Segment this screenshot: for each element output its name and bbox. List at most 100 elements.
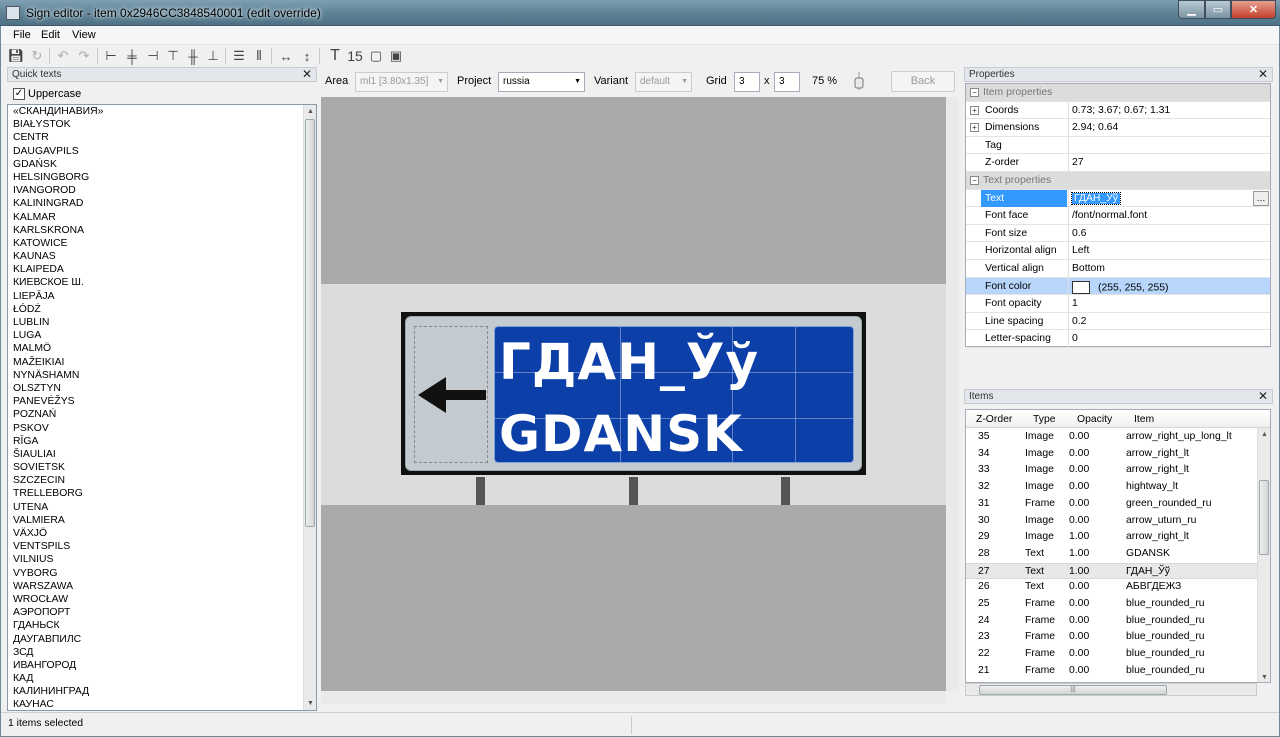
scroll-up-icon[interactable]: ▲ — [1258, 428, 1270, 441]
list-item[interactable]: LUBLIN — [8, 316, 316, 329]
prop-font-size[interactable]: Font size 0.6 — [966, 224, 1270, 243]
sign-preview[interactable]: ГДАН_Ўў GDANSK — [401, 312, 866, 475]
list-item[interactable]: DAUGAVPILS — [8, 145, 316, 158]
list-item[interactable]: PANEVĖŽYS — [8, 395, 316, 408]
table-row[interactable]: 25 Frame 0.00 blue_rounded_ru — [966, 596, 1258, 613]
list-item[interactable]: OLSZTYN — [8, 382, 316, 395]
list-item[interactable]: SZCZECIN — [8, 474, 316, 487]
prop-font-color[interactable]: Font color (255, 255, 255) — [966, 277, 1270, 296]
list-item[interactable]: BIAŁYSTOK — [8, 118, 316, 131]
save-icon[interactable]: 💾︎ — [8, 48, 25, 64]
menu-file[interactable]: File — [13, 29, 31, 41]
col-zorder[interactable]: Z-Order — [976, 414, 1012, 425]
table-row[interactable]: 32 Image 0.00 hightway_lt — [966, 479, 1258, 496]
add-text-icon[interactable]: T — [327, 47, 343, 64]
list-item[interactable]: LUGA — [8, 329, 316, 342]
align-top-icon[interactable]: ⊤ — [165, 48, 181, 64]
table-row[interactable]: 24 Frame 0.00 blue_rounded_ru — [966, 613, 1258, 630]
list-item[interactable]: CENTR — [8, 131, 316, 144]
list-item[interactable]: PSKOV — [8, 422, 316, 435]
blue-text-frame[interactable]: ГДАН_Ўў GDANSK — [494, 326, 854, 463]
redo-icon[interactable]: ↷ — [76, 48, 92, 64]
table-row[interactable]: 35 Image 0.00 arrow_right_up_long_lt — [966, 429, 1258, 446]
expand-icon[interactable]: + — [970, 123, 979, 133]
table-row[interactable]: 22 Frame 0.00 blue_rounded_ru — [966, 646, 1258, 663]
sign-text-line1[interactable]: ГДАН_Ўў — [499, 333, 759, 391]
items-hscroll[interactable]: ||| — [965, 683, 1257, 696]
area-select[interactable]: ml1 [3.80x1.35] ▼ — [355, 72, 448, 92]
quick-texts-scrollbar[interactable]: ▲ ▼ — [303, 105, 316, 710]
list-item[interactable]: POZNAŃ — [8, 408, 316, 421]
arrow-left-icon[interactable] — [416, 375, 488, 415]
list-item[interactable]: NYNÄSHAMN — [8, 369, 316, 382]
list-item[interactable]: КАЛИНИНГРАД — [8, 685, 316, 698]
list-item[interactable]: LIEPĀJA — [8, 290, 316, 303]
width-icon[interactable]: ↔ — [278, 48, 294, 64]
list-item[interactable]: VALMIERA — [8, 514, 316, 527]
prop-coords[interactable]: + Coords 0.73; 3.67; 0.67; 1.31 — [966, 101, 1270, 120]
col-opacity[interactable]: Opacity — [1077, 414, 1112, 425]
grid-x-input[interactable]: 3 — [734, 72, 760, 92]
list-item[interactable]: ДАУГАВПИЛС — [8, 633, 316, 646]
checkbox-icon[interactable]: ✓ — [13, 88, 25, 100]
prop-dimensions[interactable]: + Dimensions 2.94; 0.64 — [966, 119, 1270, 137]
list-item[interactable]: UTENA — [8, 501, 316, 514]
prop-letter-spacing[interactable]: Letter-spacing 0 — [966, 330, 1270, 348]
item-properties-section[interactable]: − Item properties — [966, 84, 1270, 102]
items-scrollbar[interactable]: ▲ ▼ — [1257, 428, 1270, 682]
list-item[interactable]: WARSZAWA — [8, 580, 316, 593]
prop-zorder[interactable]: Z-order 27 — [966, 154, 1270, 172]
align-bottom-icon[interactable]: ⊥ — [205, 48, 221, 64]
list-item[interactable]: SOVIETSK — [8, 461, 316, 474]
sign-text-line2[interactable]: GDANSK — [499, 405, 743, 462]
collapse-icon[interactable]: − — [970, 176, 979, 185]
expand-icon[interactable]: + — [970, 105, 979, 115]
prop-font-opacity[interactable]: Font opacity 1 — [966, 295, 1270, 313]
table-row[interactable]: 30 Image 0.00 arrow_uturn_ru — [966, 513, 1258, 530]
distribute-h-icon[interactable]: ☰ — [231, 48, 247, 64]
col-item[interactable]: Item — [1134, 414, 1154, 425]
scroll-up-icon[interactable]: ▲ — [304, 105, 316, 118]
undo-icon[interactable]: ↶ — [55, 48, 71, 64]
list-item[interactable]: HELSINGBORG — [8, 171, 316, 184]
reload-icon[interactable]: ↻ — [29, 48, 45, 64]
table-row[interactable]: 29 Image 1.00 arrow_right_lt — [966, 529, 1258, 546]
quick-texts-list[interactable]: «СКАНДИНАВИЯ» BIAŁYSTOK CENTR DAUGAVPILS GDA… — [7, 104, 317, 711]
list-item[interactable]: KAUNAS — [8, 250, 316, 263]
scroll-down-icon[interactable]: ▼ — [1258, 671, 1270, 682]
table-row[interactable]: 21 Frame 0.00 blue_rounded_ru — [966, 663, 1258, 680]
ellipsis-button[interactable]: … — [1253, 190, 1269, 206]
prop-font-face[interactable]: Font face /font/normal.font — [966, 207, 1270, 225]
items-table[interactable]: Z-Order Type Opacity Item 35 Image 0.00 arr… — [965, 409, 1271, 683]
list-item[interactable]: «СКАНДИНАВИЯ» — [8, 105, 316, 118]
close-panel-icon[interactable]: ✕ — [1258, 389, 1268, 403]
list-item[interactable]: КИЕВСКОЕ Ш. — [8, 276, 316, 289]
list-item[interactable]: VENTSPILS — [8, 540, 316, 553]
list-item[interactable]: KATOWICE — [8, 237, 316, 250]
align-vcenter-icon[interactable]: ╫ — [185, 48, 201, 64]
close-panel-icon[interactable]: ✕ — [1258, 67, 1268, 81]
scroll-thumb[interactable] — [305, 119, 315, 527]
close-panel-icon[interactable]: ✕ — [302, 67, 312, 81]
list-item[interactable]: АЭРОПОРТ — [8, 606, 316, 619]
menu-view[interactable]: View — [72, 29, 96, 41]
list-item[interactable]: ŠIAULIAI — [8, 448, 316, 461]
list-item[interactable]: KLAIPEDA — [8, 263, 316, 276]
back-button[interactable]: Back — [891, 71, 955, 92]
sign-canvas[interactable]: ГДАН_Ўў GDANSK — [321, 97, 946, 691]
table-row[interactable]: 27 Text 1.00 ГДАН_Ўў — [966, 562, 1258, 580]
list-item[interactable]: ЗСД — [8, 646, 316, 659]
grid-y-input[interactable]: 3 — [774, 72, 800, 92]
prop-vertical-align[interactable]: Vertical align Bottom — [966, 260, 1270, 278]
add-number-icon[interactable]: 15 — [347, 48, 363, 64]
list-item[interactable]: KALMAR — [8, 211, 316, 224]
list-item[interactable]: GDAŃSK — [8, 158, 316, 171]
col-type[interactable]: Type — [1033, 414, 1056, 425]
list-item[interactable]: VYBORG — [8, 567, 316, 580]
align-right-icon[interactable]: ⊣ — [145, 48, 161, 64]
distribute-v-icon[interactable]: ⦀ — [251, 48, 267, 64]
prop-horizontal-align[interactable]: Horizontal align Left — [966, 242, 1270, 260]
menu-edit[interactable]: Edit — [41, 29, 60, 41]
canvas-hscroll[interactable] — [321, 691, 946, 704]
zoom-slider[interactable] — [851, 71, 867, 91]
